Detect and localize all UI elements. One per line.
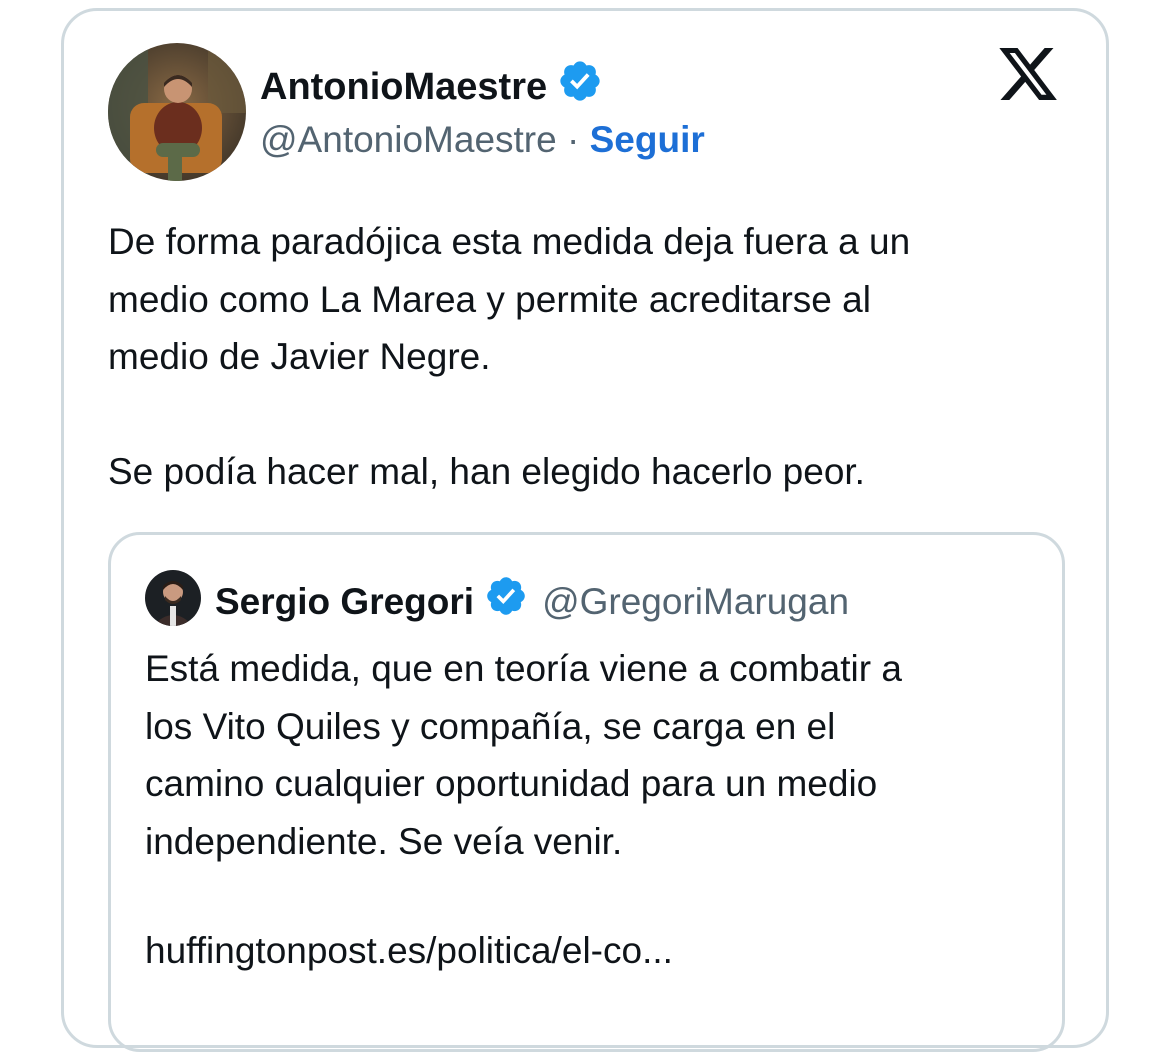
quoted-tweet-text: Está medida, que en teoría viene a comba…: [145, 648, 902, 862]
x-logo-icon[interactable]: [996, 48, 1060, 108]
author-handle-row: @AntonioMaestre · Seguir: [260, 116, 705, 164]
quoted-author-name[interactable]: Sergio Gregori: [215, 579, 474, 625]
separator-dot: ·: [567, 119, 590, 160]
verified-badge-icon: [484, 574, 528, 629]
quoted-author-avatar[interactable]: [145, 570, 201, 626]
quoted-author-row: Sergio Gregori @GregoriMarugan: [215, 574, 849, 629]
author-handle[interactable]: @AntonioMaestre: [260, 119, 557, 160]
quoted-tweet-link[interactable]: huffingtonpost.es/politica/el-co...: [145, 926, 673, 976]
author-avatar[interactable]: [108, 43, 246, 181]
verified-badge-icon: [557, 58, 603, 116]
author-name-row: AntonioMaestre: [260, 58, 603, 116]
follow-button[interactable]: Seguir: [590, 119, 705, 160]
quoted-author-handle[interactable]: @GregoriMarugan: [542, 579, 849, 625]
tweet-text: De forma paradójica esta medida deja fue…: [108, 221, 911, 492]
author-name[interactable]: AntonioMaestre: [260, 63, 547, 111]
